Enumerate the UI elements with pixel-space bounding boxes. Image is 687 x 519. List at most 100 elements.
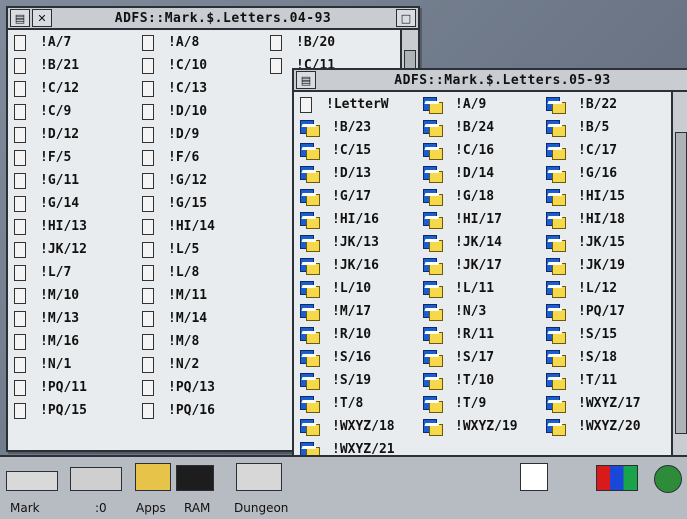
file-item[interactable]: !N/2 bbox=[142, 354, 270, 375]
back-icon[interactable]: ▤ bbox=[296, 71, 316, 89]
file-item[interactable]: !S/16 bbox=[300, 347, 423, 368]
file-item[interactable]: !G/15 bbox=[142, 193, 270, 214]
title-bar[interactable]: ▤ ADFS::Mark.$.Letters.05-93 bbox=[294, 70, 687, 92]
file-item[interactable]: !G/11 bbox=[14, 170, 142, 191]
file-item[interactable]: !G/12 bbox=[142, 170, 270, 191]
file-item[interactable]: !C/17 bbox=[546, 140, 669, 161]
file-item[interactable]: !T/10 bbox=[423, 370, 546, 391]
vertical-scrollbar[interactable] bbox=[671, 92, 687, 492]
iconbar-label-drive[interactable]: :0 bbox=[95, 501, 107, 515]
file-item[interactable]: !C/15 bbox=[300, 140, 423, 161]
file-item[interactable]: !HI/13 bbox=[14, 216, 142, 237]
file-item[interactable]: !PQ/13 bbox=[142, 377, 270, 398]
toggle-size-icon[interactable]: □ bbox=[396, 9, 416, 27]
file-item[interactable]: !R/10 bbox=[300, 324, 423, 345]
color-picker-icon[interactable] bbox=[596, 465, 638, 491]
globe-icon[interactable] bbox=[654, 465, 682, 493]
back-icon[interactable]: ▤ bbox=[10, 9, 30, 27]
close-icon[interactable]: ✕ bbox=[32, 9, 52, 27]
file-item[interactable]: !C/10 bbox=[142, 55, 270, 76]
file-item[interactable]: !WXYZ/17 bbox=[546, 393, 669, 414]
file-item[interactable]: !L/11 bbox=[423, 278, 546, 299]
file-item[interactable]: !WXYZ/19 bbox=[423, 416, 546, 437]
file-item[interactable]: !D/14 bbox=[423, 163, 546, 184]
file-item[interactable]: !HI/16 bbox=[300, 209, 423, 230]
file-item[interactable]: !M/13 bbox=[14, 308, 142, 329]
iconbar-label-apps[interactable]: Apps bbox=[136, 501, 166, 515]
file-item[interactable]: !G/14 bbox=[14, 193, 142, 214]
paint-palette-icon[interactable] bbox=[520, 463, 548, 491]
file-item[interactable]: !LetterW bbox=[300, 94, 423, 115]
file-item[interactable]: !PQ/15 bbox=[14, 400, 142, 421]
file-item[interactable]: !B/24 bbox=[423, 117, 546, 138]
file-item[interactable]: !HI/17 bbox=[423, 209, 546, 230]
file-item[interactable]: !A/9 bbox=[423, 94, 546, 115]
ram-disc-icon[interactable] bbox=[176, 465, 214, 491]
file-item[interactable]: !JK/19 bbox=[546, 255, 669, 276]
file-item[interactable]: !B/23 bbox=[300, 117, 423, 138]
title-bar[interactable]: ▤ ✕ ADFS::Mark.$.Letters.04-93 □ bbox=[8, 8, 418, 30]
file-item[interactable]: !JK/15 bbox=[546, 232, 669, 253]
file-item[interactable]: !G/17 bbox=[300, 186, 423, 207]
scrollbar-thumb[interactable] bbox=[675, 132, 687, 434]
file-item[interactable]: !M/11 bbox=[142, 285, 270, 306]
file-item[interactable]: !M/14 bbox=[142, 308, 270, 329]
file-item[interactable]: !M/8 bbox=[142, 331, 270, 352]
iconbar-label-dungeon[interactable]: Dungeon bbox=[234, 501, 288, 515]
file-item[interactable]: !M/10 bbox=[14, 285, 142, 306]
file-item[interactable]: !A/7 bbox=[14, 32, 142, 53]
file-item[interactable]: !D/12 bbox=[14, 124, 142, 145]
file-item[interactable]: !F/5 bbox=[14, 147, 142, 168]
file-item[interactable]: !G/16 bbox=[546, 163, 669, 184]
floppy-drive-icon[interactable] bbox=[6, 471, 58, 491]
file-item[interactable]: !S/18 bbox=[546, 347, 669, 368]
file-item[interactable]: !M/17 bbox=[300, 301, 423, 322]
file-item[interactable]: !S/15 bbox=[546, 324, 669, 345]
file-item[interactable]: !C/12 bbox=[14, 78, 142, 99]
file-item[interactable]: !D/10 bbox=[142, 101, 270, 122]
file-item[interactable]: !JK/14 bbox=[423, 232, 546, 253]
file-item[interactable]: !PQ/11 bbox=[14, 377, 142, 398]
file-item[interactable]: !PQ/16 bbox=[142, 400, 270, 421]
file-item[interactable]: !C/9 bbox=[14, 101, 142, 122]
file-item[interactable]: !L/7 bbox=[14, 262, 142, 283]
file-item[interactable]: !JK/12 bbox=[14, 239, 142, 260]
file-item[interactable]: !B/21 bbox=[14, 55, 142, 76]
file-item[interactable]: !T/11 bbox=[546, 370, 669, 391]
file-item[interactable]: !C/13 bbox=[142, 78, 270, 99]
file-item[interactable]: !JK/16 bbox=[300, 255, 423, 276]
file-item[interactable]: !WXYZ/18 bbox=[300, 416, 423, 437]
file-item[interactable]: !G/18 bbox=[423, 186, 546, 207]
iconbar-label-mark[interactable]: Mark bbox=[10, 501, 40, 515]
file-item[interactable]: !S/19 bbox=[300, 370, 423, 391]
file-item[interactable]: !N/3 bbox=[423, 301, 546, 322]
file-item[interactable]: !B/22 bbox=[546, 94, 669, 115]
file-item[interactable]: !D/13 bbox=[300, 163, 423, 184]
hard-drive-icon[interactable] bbox=[70, 467, 122, 491]
file-item[interactable]: !HI/15 bbox=[546, 186, 669, 207]
file-item[interactable]: !C/16 bbox=[423, 140, 546, 161]
file-item[interactable]: !JK/13 bbox=[300, 232, 423, 253]
file-item[interactable]: !S/17 bbox=[423, 347, 546, 368]
file-item[interactable]: !R/11 bbox=[423, 324, 546, 345]
filer-window-05-93[interactable]: ▤ ADFS::Mark.$.Letters.05-93 !LetterW !A/… bbox=[292, 68, 687, 494]
file-item[interactable]: !L/10 bbox=[300, 278, 423, 299]
iconbar-label-ram[interactable]: RAM bbox=[184, 501, 210, 515]
apps-icon[interactable] bbox=[135, 463, 171, 491]
file-item[interactable]: !JK/17 bbox=[423, 255, 546, 276]
file-item[interactable]: !T/9 bbox=[423, 393, 546, 414]
file-item[interactable]: !B/20 bbox=[270, 32, 398, 53]
file-item[interactable]: !T/8 bbox=[300, 393, 423, 414]
file-item[interactable]: !A/8 bbox=[142, 32, 270, 53]
network-icon[interactable] bbox=[236, 463, 282, 491]
file-item[interactable]: !WXYZ/20 bbox=[546, 416, 669, 437]
file-item[interactable]: !HI/18 bbox=[546, 209, 669, 230]
file-item[interactable]: !D/9 bbox=[142, 124, 270, 145]
file-item[interactable]: !L/12 bbox=[546, 278, 669, 299]
file-item[interactable]: !L/8 bbox=[142, 262, 270, 283]
file-item[interactable]: !L/5 bbox=[142, 239, 270, 260]
file-item[interactable]: !N/1 bbox=[14, 354, 142, 375]
file-item[interactable]: !B/5 bbox=[546, 117, 669, 138]
file-item[interactable]: !M/16 bbox=[14, 331, 142, 352]
file-item[interactable]: !HI/14 bbox=[142, 216, 270, 237]
